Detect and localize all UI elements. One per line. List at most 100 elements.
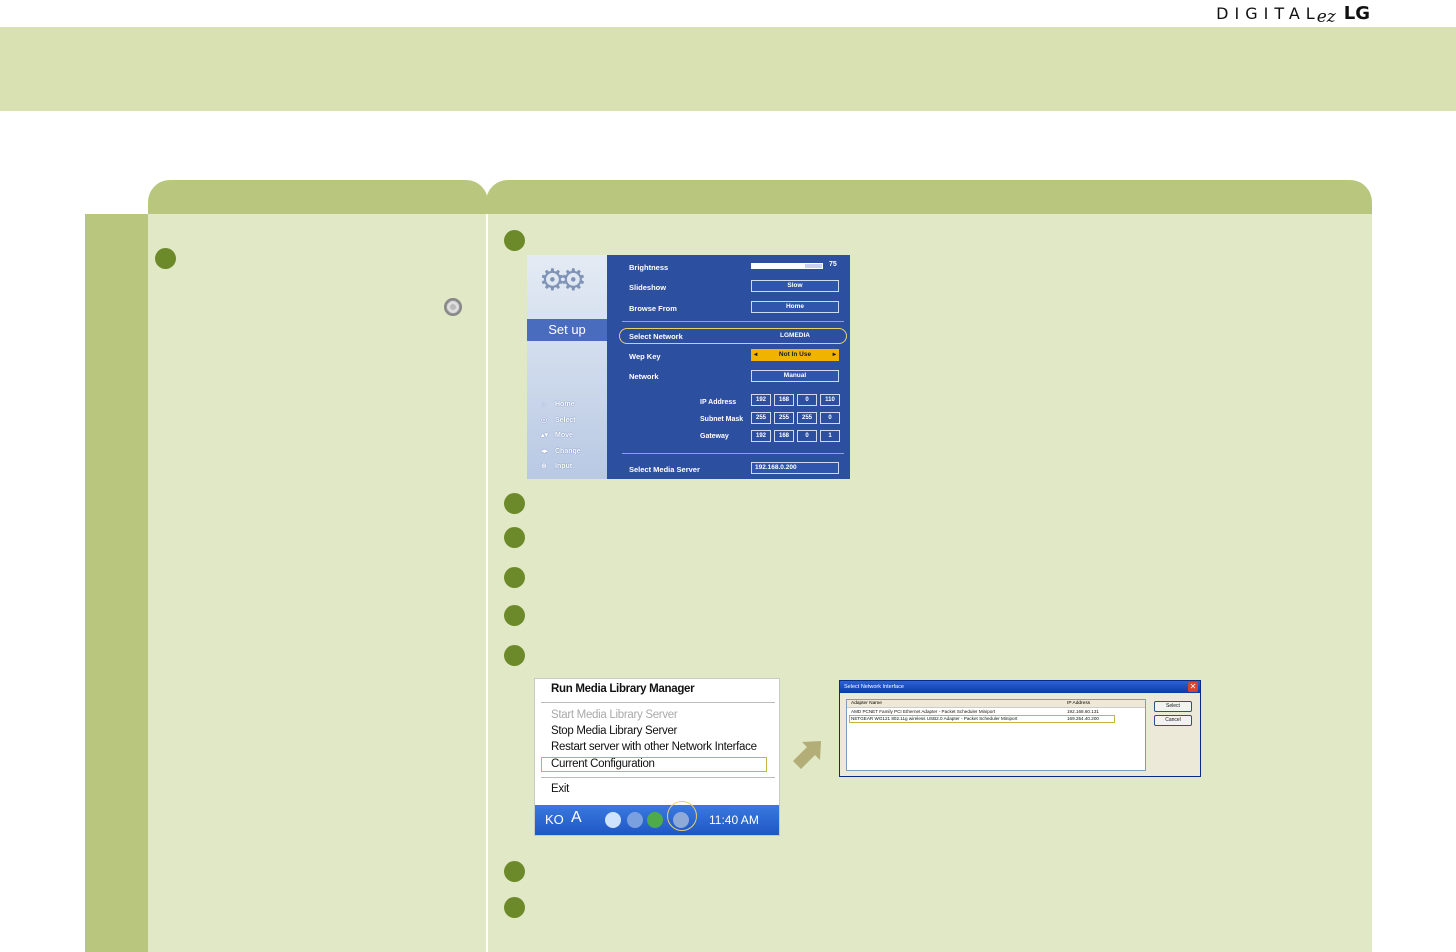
left-strip <box>85 214 148 952</box>
brightness-label: Brightness <box>629 263 669 272</box>
ip-octet[interactable]: 0 <box>797 394 817 406</box>
brightness-fill <box>752 264 805 268</box>
subnet-octet[interactable]: 0 <box>820 412 840 424</box>
brand-ez: ez <box>1316 7 1336 27</box>
adapter-row-1-name[interactable]: NETGEAR WG121 802.11g wireless USB2.0 Ad… <box>851 716 1017 721</box>
menu-item-stop-server[interactable]: Stop Media Library Server <box>551 725 677 737</box>
left-arrow-icon: ◂ <box>754 351 758 358</box>
left-column <box>148 214 486 952</box>
hint-input: ⊕ Input <box>541 459 581 475</box>
input-icon: ⊕ <box>541 463 547 470</box>
subnet-octet[interactable]: 255 <box>797 412 817 424</box>
menu-item-start-server[interactable]: Start Media Library Server <box>551 709 678 721</box>
hint-label: Home <box>555 401 575 408</box>
ip-octet[interactable]: 168 <box>774 394 794 406</box>
hint-label: Move <box>555 432 573 439</box>
subnet-octet[interactable]: 255 <box>751 412 771 424</box>
setup-title: Set up <box>527 319 607 341</box>
brightness-value: 75 <box>829 261 837 268</box>
select-icon: ◎ <box>541 416 548 424</box>
right-arrow-icon: ▸ <box>832 351 836 358</box>
setup-separator <box>622 453 844 454</box>
move-icon: ▴▾ <box>541 432 549 439</box>
subnet-octet[interactable]: 255 <box>774 412 794 424</box>
menu-item-current-configuration[interactable]: Current Configuration <box>551 758 655 770</box>
hint-select: ◎ Select <box>541 413 581 429</box>
close-icon[interactable]: ✕ <box>1188 682 1198 692</box>
wep-key-value: Not In Use <box>778 351 812 358</box>
network-field[interactable]: Manual <box>751 370 839 382</box>
slideshow-label: Slideshow <box>629 283 667 292</box>
step-bullet <box>504 605 525 626</box>
menu-item-restart-server[interactable]: Restart server with other Network Interf… <box>551 741 757 753</box>
step-bullet <box>504 897 525 918</box>
gateway-label: Gateway <box>700 433 729 440</box>
tray-context-menu: Run Media Library Manager Start Media Li… <box>534 678 780 836</box>
select-network-label: Select Network <box>629 332 683 341</box>
browse-from-label: Browse From <box>629 304 677 313</box>
hint-move: ▴▾ Move <box>541 428 581 444</box>
step-bullet <box>504 645 525 666</box>
step-bullet <box>155 248 176 269</box>
change-icon: ◂▸ <box>541 447 549 455</box>
menu-item-exit[interactable]: Exit <box>551 783 569 795</box>
ip-octet[interactable]: 110 <box>820 394 840 406</box>
right-column-tab <box>486 180 1372 216</box>
setup-separator <box>622 321 844 322</box>
speaker-icon[interactable] <box>627 812 643 828</box>
brand-lg: LG <box>1343 2 1370 24</box>
left-column-tab <box>148 180 488 216</box>
media-server-label: Select Media Server <box>629 465 700 474</box>
ip-octet[interactable]: 192 <box>751 394 771 406</box>
col-ip-address: IP Address <box>1067 701 1091 706</box>
setup-sidebar: ⚙⚙ Set up ⌂ Home ◎ Select ▴▾ Move ◂▸ Change … <box>527 255 607 479</box>
slideshow-field[interactable]: Slow <box>751 280 839 292</box>
step-bullet <box>504 861 525 882</box>
menu-item-run-manager[interactable]: Run Media Library Manager <box>551 683 695 695</box>
gateway-octet[interactable]: 192 <box>751 430 771 442</box>
list-header: Adapter Name IP Address <box>847 700 1145 708</box>
language-indicator[interactable]: KO <box>545 812 564 827</box>
adapter-row-0-name[interactable]: AMD PCNET Family PCI Ethernet Adapter - … <box>851 709 995 714</box>
antivirus-icon[interactable] <box>647 812 663 828</box>
network-label: Network <box>629 372 659 381</box>
hint-label: Select <box>555 416 576 424</box>
brightness-slider[interactable] <box>751 263 823 269</box>
step-bullet <box>504 567 525 588</box>
select-network-field[interactable]: LGMEDIA <box>751 330 839 342</box>
header-band <box>0 27 1456 111</box>
network-icon[interactable] <box>605 812 621 828</box>
adapter-row-1-ip[interactable]: 169.254.40.200 <box>1067 716 1099 721</box>
step-bullet <box>504 527 525 548</box>
media-server-field[interactable]: 192.168.0.200 <box>751 462 839 474</box>
setup-screen: ⚙⚙ Set up ⌂ Home ◎ Select ▴▾ Move ◂▸ Change … <box>527 255 850 479</box>
wep-key-field[interactable]: ◂ Not In Use ▸ <box>751 349 839 361</box>
ip-address-label: IP Address <box>700 399 737 406</box>
cancel-button[interactable]: Cancel <box>1154 715 1192 726</box>
gateway-octet[interactable]: 0 <box>797 430 817 442</box>
gateway-octet[interactable]: 168 <box>774 430 794 442</box>
tray-icon-highlight <box>667 801 697 831</box>
gateway-octet[interactable]: 1 <box>820 430 840 442</box>
taskbar: KO A 11:40 AM <box>535 805 779 835</box>
remote-hints: ⌂ Home ◎ Select ▴▾ Move ◂▸ Change ⊕ Input <box>541 397 581 475</box>
subnet-mask-label: Subnet Mask <box>700 416 744 423</box>
ime-indicator[interactable]: A <box>571 809 582 827</box>
adapter-row-0-ip[interactable]: 192.168.60.131 <box>1067 709 1099 714</box>
clock: 11:40 AM <box>709 813 759 827</box>
brand-digital: DIGITAL <box>1216 3 1321 23</box>
wep-key-label: Wep Key <box>629 352 661 361</box>
hint-home: ⌂ Home <box>541 397 581 413</box>
step-bullet <box>504 493 525 514</box>
browse-from-field[interactable]: Home <box>751 301 839 313</box>
column-divider <box>486 214 488 952</box>
hint-label: Input <box>555 463 573 470</box>
menu-separator <box>541 777 775 778</box>
hint-change: ◂▸ Change <box>541 444 581 460</box>
adapter-list: Adapter Name IP Address AMD PCNET Family… <box>846 699 1146 771</box>
gear-icon: ⚙⚙ <box>539 263 587 298</box>
select-button[interactable]: Select <box>1154 701 1192 712</box>
arrow-up-right-icon <box>793 741 821 769</box>
dialog-title: Select Network Interface <box>840 681 1200 693</box>
hint-label: Change <box>555 447 581 455</box>
